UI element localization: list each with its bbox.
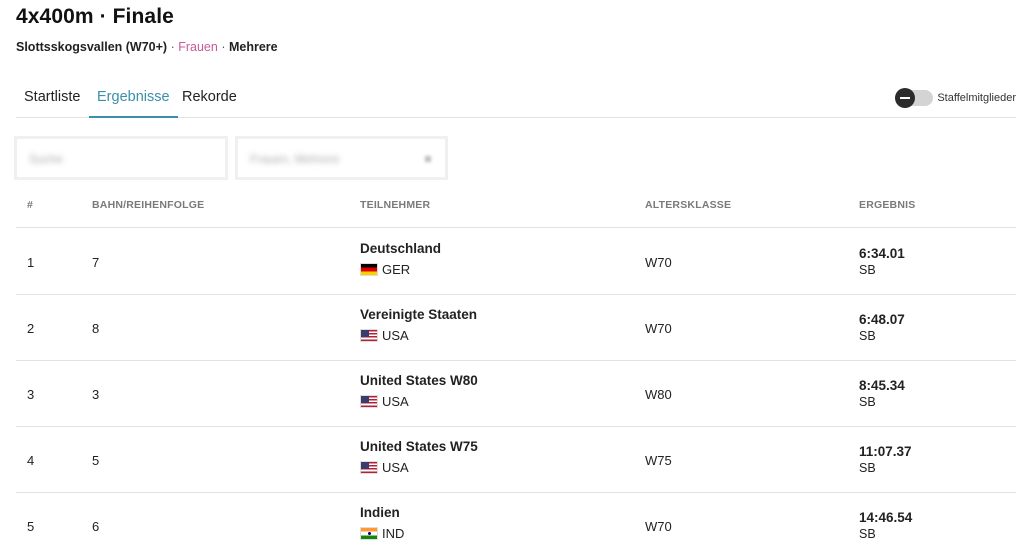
result-time: 6:48.07: [859, 312, 905, 327]
result-time: 14:46.54: [859, 510, 913, 525]
result-note: SB: [859, 461, 876, 475]
header-participant[interactable]: TEILNEHMER: [360, 199, 430, 211]
tab-ergebnisse[interactable]: Ergebnisse: [89, 76, 178, 118]
lane: 7: [92, 255, 100, 270]
nationality-code: USA: [382, 328, 409, 343]
tab-startliste[interactable]: Startliste: [16, 76, 88, 117]
header-rank: #: [27, 199, 34, 211]
age-class: W80: [645, 387, 672, 402]
result-note: SB: [859, 527, 876, 541]
result-time: 6:34.01: [859, 246, 905, 261]
nationality: USA: [360, 394, 409, 409]
team-name[interactable]: Deutschland: [360, 241, 441, 256]
toggle-label: Staffelmitglieder: [937, 92, 1016, 104]
category-select[interactable]: Frauen, Mehrere: [235, 136, 448, 180]
age-class: W75: [645, 453, 672, 468]
result-note: SB: [859, 263, 876, 277]
result-time: 8:45.34: [859, 378, 905, 393]
result-note: SB: [859, 395, 876, 409]
nationality-code: USA: [382, 460, 409, 475]
lane: 8: [92, 321, 100, 336]
lane: 6: [92, 519, 100, 534]
india-flag-icon: [360, 527, 378, 540]
lane: 3: [92, 387, 100, 402]
table-row[interactable]: 4 5 United States W75 USA W75 11:07.37 S…: [16, 427, 1016, 493]
usa-flag-icon: [360, 395, 378, 408]
relay-members-toggle-group: Staffelmitglieder: [895, 88, 1016, 108]
rank: 4: [27, 453, 35, 468]
tab-rekorde[interactable]: Rekorde: [174, 76, 245, 117]
age-class: W70: [645, 255, 672, 270]
nationality-code: IND: [382, 526, 405, 541]
team-name[interactable]: United States W75: [360, 439, 478, 454]
age-class: W70: [645, 321, 672, 336]
rank: 5: [27, 519, 35, 534]
search-input[interactable]: Suche: [14, 136, 228, 180]
team-name[interactable]: Vereinigte Staaten: [360, 307, 477, 322]
header-lane[interactable]: BAHN/REIHENFOLGE: [92, 199, 204, 211]
venue-label: Slottsskogsvallen (W70+): [16, 40, 168, 54]
table-row[interactable]: 5 6 Indien IND W70 14:46.54 SB: [16, 493, 1016, 555]
team-name[interactable]: United States W80: [360, 373, 478, 388]
header-age-class[interactable]: ALTERSKLASSE: [645, 199, 731, 211]
result-time: 11:07.37: [859, 444, 912, 459]
usa-flag-icon: [360, 461, 378, 474]
rank: 2: [27, 321, 35, 336]
event-subtitle: Slottsskogsvallen (W70+) · Frauen · Mehr…: [16, 40, 278, 54]
table-row[interactable]: 3 3 United States W80 USA W80 8:45.34 SB: [16, 361, 1016, 427]
tab-bar: Startliste Ergebnisse Rekorde: [16, 76, 1016, 118]
gender-link[interactable]: Frauen: [178, 40, 218, 54]
relay-members-toggle[interactable]: [895, 88, 934, 108]
chevron-down-icon: [425, 156, 431, 162]
separator: ·: [170, 40, 175, 54]
nationality-code: USA: [382, 394, 409, 409]
age-class: W70: [645, 519, 672, 534]
page-title: 4x400m · Finale: [16, 5, 174, 28]
toggle-knob-minus-icon: [895, 88, 916, 108]
nationality: IND: [360, 526, 404, 541]
nationality: USA: [360, 460, 409, 475]
table-row[interactable]: 2 8 Vereinigte Staaten USA W70 6:48.07 S…: [16, 295, 1016, 361]
nationality: GER: [360, 262, 410, 277]
header-result[interactable]: ERGEBNIS: [859, 199, 915, 211]
separator: ·: [221, 40, 226, 54]
select-value: Frauen, Mehrere: [250, 152, 340, 166]
table-header: # BAHN/REIHENFOLGE TEILNEHMER ALTERSKLAS…: [16, 190, 1016, 228]
usa-flag-icon: [360, 329, 378, 342]
result-note: SB: [859, 329, 876, 343]
table-row[interactable]: 1 7 Deutschland GER W70 6:34.01 SB: [16, 229, 1016, 295]
germany-flag-icon: [360, 263, 378, 276]
rank: 1: [27, 255, 35, 270]
team-name[interactable]: Indien: [360, 505, 400, 520]
rank: 3: [27, 387, 35, 402]
search-placeholder: Suche: [29, 152, 64, 166]
nationality-code: GER: [382, 262, 411, 277]
lane: 5: [92, 453, 100, 468]
nationality: USA: [360, 328, 409, 343]
category-label: Mehrere: [228, 40, 278, 54]
